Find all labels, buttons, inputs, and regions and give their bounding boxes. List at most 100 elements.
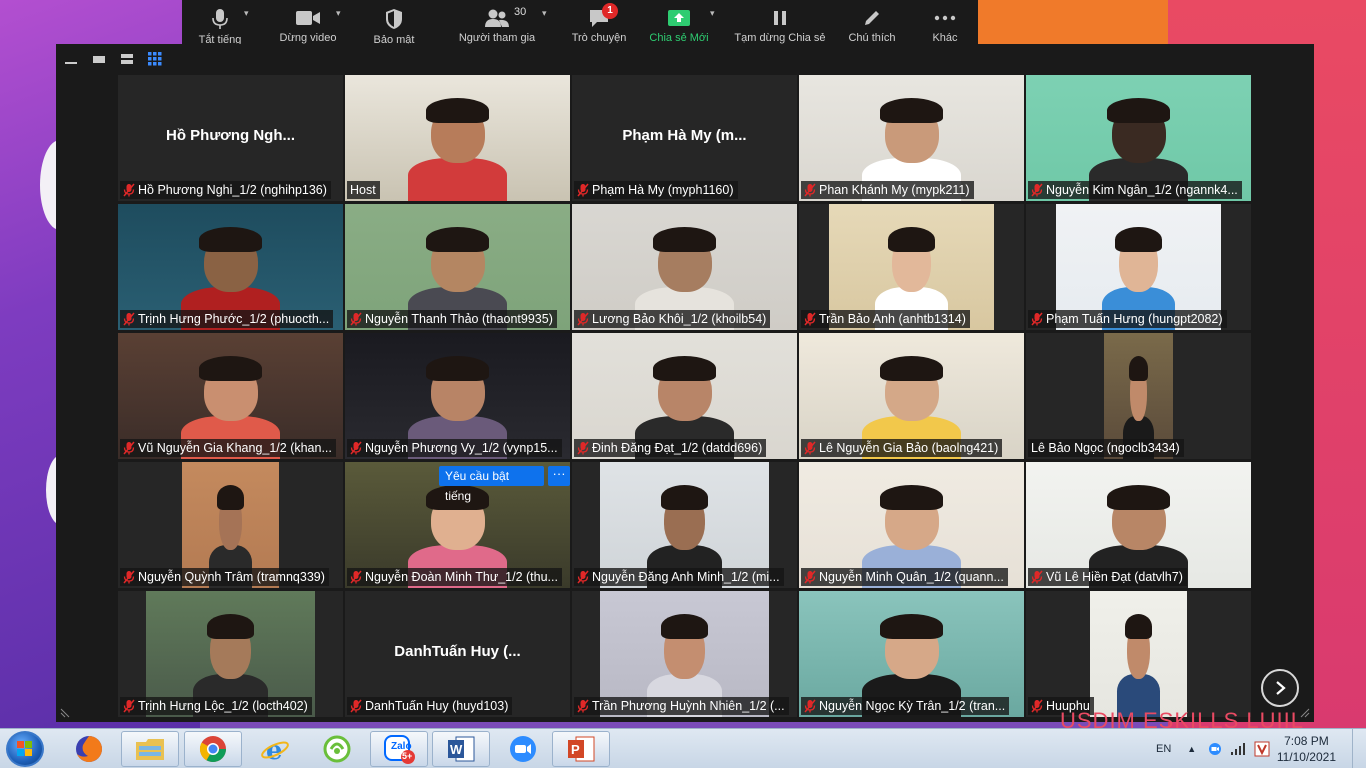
- zoom-tray-icon[interactable]: [1208, 742, 1222, 756]
- participant-tile[interactable]: Phạm Hà My (m... Phạm Hà My (myph1160): [572, 75, 797, 201]
- stop-video-button[interactable]: Dừng video ▾: [272, 0, 344, 44]
- chevron-down-icon[interactable]: ▾: [336, 8, 341, 19]
- chevron-down-icon[interactable]: ▾: [542, 8, 547, 19]
- participant-name: Nguyễn Ngọc Kỳ Trân_1/2 (tran...: [819, 699, 1006, 713]
- video-camera-icon: [296, 11, 320, 25]
- tray-expand-icon[interactable]: ▲: [1187, 744, 1196, 754]
- chevron-down-icon[interactable]: ▾: [244, 8, 249, 19]
- taskbar-file-explorer[interactable]: [121, 731, 179, 767]
- participant-video: [1090, 591, 1187, 717]
- participant-tile[interactable]: Nguyễn Ngọc Kỳ Trân_1/2 (tran...: [799, 591, 1024, 717]
- muted-mic-icon: [1031, 183, 1043, 197]
- participant-tile[interactable]: Trần Bảo Anh (anhtb1314): [799, 204, 1024, 330]
- muted-mic-icon: [1031, 570, 1043, 584]
- mute-button[interactable]: Tắt tiếng ▾: [190, 0, 250, 46]
- participant-tile[interactable]: Hồ Phương Ngh... Hồ Phương Nghi_1/2 (nghi…: [118, 75, 343, 201]
- muted-mic-icon: [804, 183, 816, 197]
- participant-tile[interactable]: Nguyễn Đăng Anh Minh_1/2 (mi...: [572, 462, 797, 588]
- participant-nameplate: Trần Phương Huỳnh Nhiên_1/2 (...: [574, 697, 789, 715]
- annotate-button[interactable]: Chú thích: [842, 0, 902, 44]
- speaker-view-button[interactable]: [90, 52, 108, 66]
- participant-tile[interactable]: Vũ Nguyễn Gia Khang_1/2 (khan...: [118, 333, 343, 459]
- participant-tile[interactable]: Nguyễn Thanh Thảo (thaont9935): [345, 204, 570, 330]
- participant-tile[interactable]: Nguyễn Quỳnh Trâm (tramnq339): [118, 462, 343, 588]
- participant-name: Nguyễn Phương Vy_1/2 (vynp15...: [365, 441, 558, 455]
- participant-name: Nguyễn Kim Ngân_1/2 (ngannk4...: [1046, 183, 1238, 197]
- participant-nameplate: Lương Bảo Khôi_1/2 (khoilb54): [574, 310, 771, 328]
- muted-mic-icon: [1031, 312, 1043, 326]
- participant-tile[interactable]: Host: [345, 75, 570, 201]
- zoom-icon: [510, 736, 536, 762]
- security-button[interactable]: Bảo mật: [364, 0, 424, 46]
- participant-name: Nguyễn Đoàn Minh Thư_1/2 (thu...: [365, 570, 558, 584]
- new-share-button[interactable]: Chia sẻ Mới ▾: [644, 0, 714, 44]
- muted-mic-icon: [350, 699, 362, 713]
- muted-mic-icon: [804, 570, 816, 584]
- taskbar-zoom[interactable]: [494, 731, 552, 767]
- taskbar-word[interactable]: W: [432, 731, 490, 767]
- participant-nameplate: Lê Nguyễn Gia Bảo (baolng421): [801, 439, 1003, 457]
- participant-tile[interactable]: Trịnh Hưng Phước_1/2 (phuocth...: [118, 204, 343, 330]
- participant-name: Trần Phương Huỳnh Nhiên_1/2 (...: [592, 699, 785, 713]
- microphone-icon: [212, 9, 228, 29]
- coc-coc-icon: [323, 735, 351, 763]
- muted-mic-icon: [350, 570, 362, 584]
- next-page-button[interactable]: [1261, 669, 1299, 707]
- participant-tile[interactable]: Lương Bảo Khôi_1/2 (khoilb54): [572, 204, 797, 330]
- participant-nameplate: Đinh Đăng Đạt_1/2 (datdd696): [574, 439, 767, 457]
- chrome-icon: [199, 736, 227, 763]
- network-signal-icon[interactable]: [1230, 743, 1246, 755]
- tile-more-options-button[interactable]: ···: [548, 466, 570, 486]
- pause-share-button[interactable]: Tạm dừng Chia sẻ: [730, 0, 830, 44]
- show-desktop-button[interactable]: [1352, 729, 1366, 768]
- clock-time: 7:08 PM: [1284, 734, 1329, 748]
- antivirus-icon[interactable]: [1254, 741, 1270, 757]
- participant-placeholder-name: Hồ Phương Ngh...: [165, 127, 295, 144]
- participant-nameplate: DanhTuấn Huy (huyd103): [347, 697, 513, 715]
- participant-name: Nguyễn Thanh Thảo (thaont9935): [365, 312, 553, 326]
- strip-view-button[interactable]: [118, 52, 136, 66]
- gallery-view-button[interactable]: [146, 52, 164, 66]
- participant-hair: [653, 226, 716, 252]
- system-tray: EN ▲: [1156, 729, 1270, 768]
- participant-tile[interactable]: Nguyễn Phương Vy_1/2 (vynp15...: [345, 333, 570, 459]
- chevron-down-icon[interactable]: ▾: [710, 8, 715, 19]
- muted-mic-icon: [123, 312, 135, 326]
- participant-tile[interactable]: Nguyễn Đoàn Minh Thư_1/2 (thu... Yêu cầu …: [345, 462, 570, 588]
- minimize-view-button[interactable]: [62, 52, 80, 66]
- language-indicator[interactable]: EN: [1156, 743, 1171, 755]
- taskbar-internet-explorer[interactable]: e: [246, 731, 304, 767]
- participant-tile[interactable]: Vũ Lê Hiền Đạt (datvlh7): [1026, 462, 1251, 588]
- participant-tile[interactable]: Phạm Tuấn Hưng (hungpt2082): [1026, 204, 1251, 330]
- participant-tile[interactable]: Lê Nguyễn Gia Bảo (baolng421): [799, 333, 1024, 459]
- taskbar-powerpoint[interactable]: P: [552, 731, 610, 767]
- participant-name: Lê Nguyễn Gia Bảo (baolng421): [819, 441, 999, 455]
- muted-mic-icon: [804, 441, 816, 455]
- participant-tile[interactable]: Nguyễn Minh Quân_1/2 (quann...: [799, 462, 1024, 588]
- participant-name: Trần Bảo Anh (anhtb1314): [819, 312, 966, 326]
- muted-mic-icon: [577, 570, 589, 584]
- taskbar-chrome[interactable]: [184, 731, 242, 767]
- start-button[interactable]: [6, 731, 44, 767]
- resize-grip-icon[interactable]: [60, 706, 72, 718]
- participant-tile[interactable]: Phan Khánh My (mypk211): [799, 75, 1024, 201]
- participant-tile[interactable]: Đinh Đăng Đạt_1/2 (datdd696): [572, 333, 797, 459]
- taskbar-coc-coc[interactable]: [308, 731, 366, 767]
- ask-to-unmute-button[interactable]: Yêu cầu bật tiếng: [439, 466, 545, 503]
- participant-hair: [880, 613, 943, 639]
- participant-nameplate: Nguyễn Đăng Anh Minh_1/2 (mi...: [574, 568, 784, 586]
- participant-tile[interactable]: Lê Bảo Ngọc (ngoclb3434): [1026, 333, 1251, 459]
- taskbar-clock[interactable]: 7:08 PM 11/10/2021: [1277, 733, 1336, 765]
- chat-button[interactable]: Trò chuyện 1: [566, 0, 632, 44]
- taskbar-firefox[interactable]: [60, 731, 118, 767]
- taskbar-zalo[interactable]: Zalo 5+: [370, 731, 428, 767]
- participant-tile[interactable]: Trần Phương Huỳnh Nhiên_1/2 (...: [572, 591, 797, 717]
- more-button[interactable]: Khác: [920, 0, 970, 44]
- participant-name: Phan Khánh My (mypk211): [819, 183, 970, 197]
- windows-taskbar: e Zalo 5+ W P EN ▲ 7:08 PM 11/10/2021: [0, 728, 1366, 768]
- participant-tile[interactable]: DanhTuấn Huy (... DanhTuấn Huy (huyd103): [345, 591, 570, 717]
- participant-tile[interactable]: Nguyễn Kim Ngân_1/2 (ngannk4...: [1026, 75, 1251, 201]
- participant-tile[interactable]: Trịnh Hưng Lộc_1/2 (locth402): [118, 591, 343, 717]
- participant-tile[interactable]: Huuphu: [1026, 591, 1251, 717]
- participants-button[interactable]: Người tham gia 30 ▾: [452, 0, 547, 44]
